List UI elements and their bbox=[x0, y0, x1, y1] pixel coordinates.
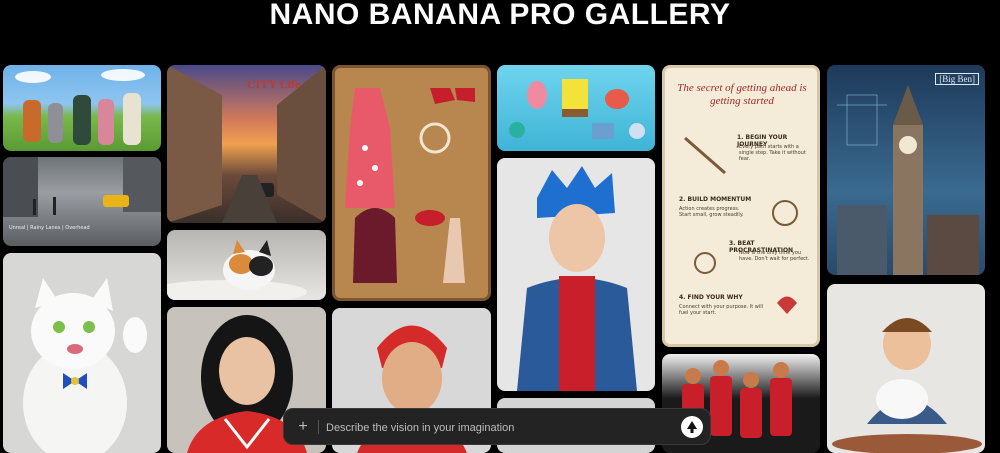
page-title: NANO BANANA PRO GALLERY bbox=[269, 0, 731, 31]
gallery-tile-big-ben-blueprint[interactable]: [Big Ben] bbox=[827, 65, 985, 275]
gallery-tile-blue-hair-cosplay[interactable] bbox=[497, 158, 655, 391]
gallery-tile-spongebob-scene[interactable] bbox=[497, 65, 655, 151]
prompt-bar: + bbox=[283, 408, 711, 445]
gallery-tile-fashion-flatlay[interactable] bbox=[332, 65, 491, 301]
gallery-tile-zootopia-characters[interactable] bbox=[3, 65, 161, 151]
city-logo: CITY Life bbox=[247, 77, 301, 91]
gallery-tile-motivation-poster[interactable]: The secret of getting ahead is getting s… bbox=[662, 65, 820, 347]
prompt-input[interactable] bbox=[324, 413, 668, 443]
arrow-up-icon bbox=[687, 421, 697, 433]
plus-icon[interactable]: + bbox=[294, 418, 312, 436]
gallery-tile-calico-cat[interactable] bbox=[167, 230, 326, 300]
send-button[interactable] bbox=[681, 416, 703, 438]
divider bbox=[318, 420, 319, 434]
gallery-tile-rainy-street[interactable]: Unreal | Rainy Lanes | Overhead bbox=[3, 157, 161, 246]
gallery-tile-boy-with-cat[interactable] bbox=[827, 284, 985, 453]
bigben-label: [Big Ben] bbox=[935, 73, 979, 85]
gallery-tile-white-cat[interactable] bbox=[3, 253, 161, 453]
gallery-tile-city-sunset[interactable]: CITY Life bbox=[167, 65, 326, 223]
rainy-caption: Unreal | Rainy Lanes | Overhead bbox=[9, 225, 90, 231]
